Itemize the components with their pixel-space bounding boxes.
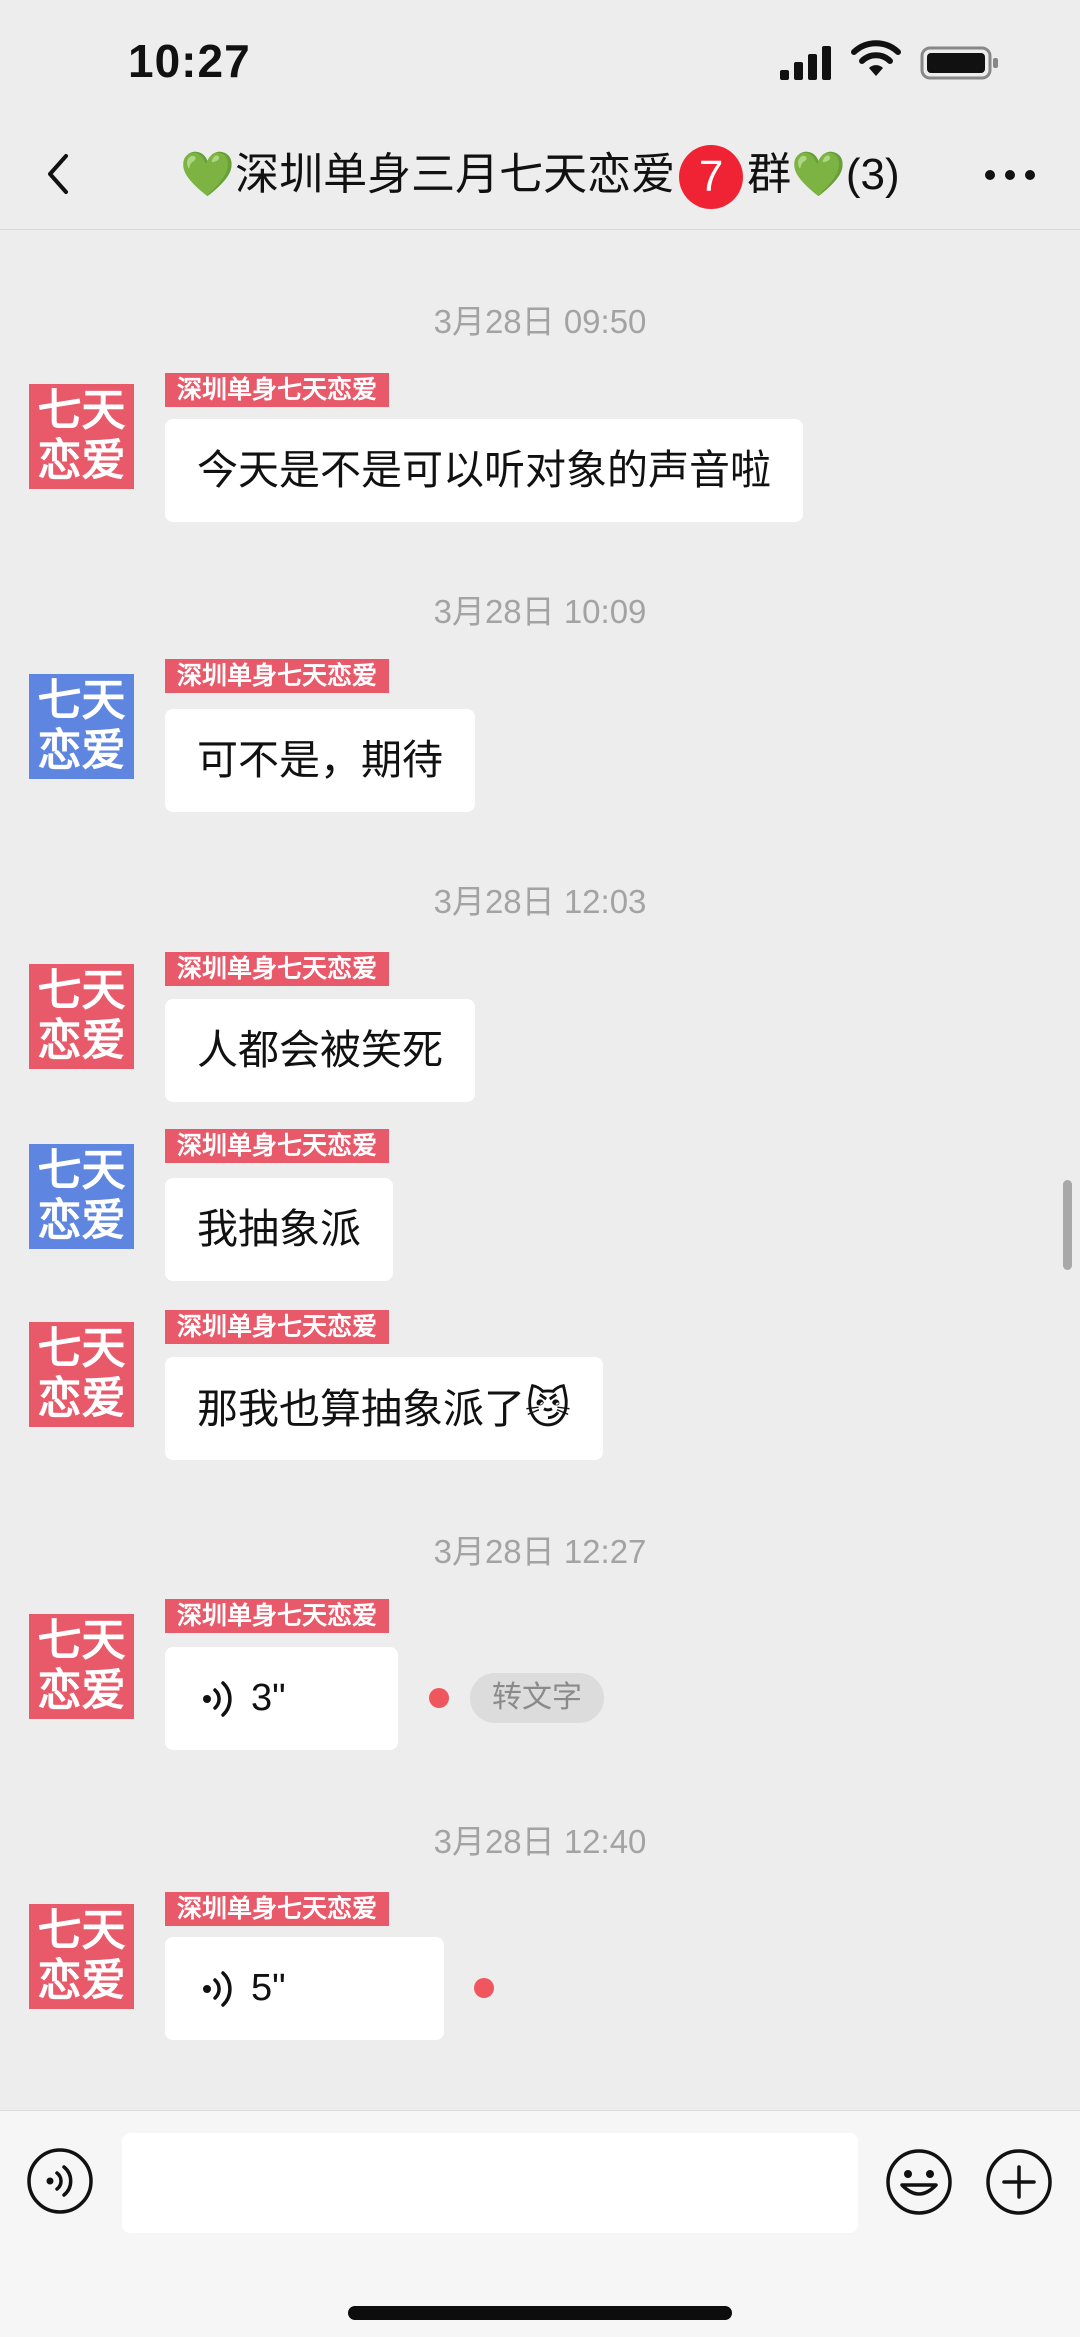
input-bar — [0, 2110, 1080, 2337]
timestamp: 3月28日 12:40 — [433, 1823, 647, 1860]
unread-dot — [429, 1688, 449, 1708]
home-indicator[interactable] — [348, 2306, 732, 2320]
status-bar: 10:27 — [0, 0, 1080, 120]
avatar[interactable]: 七天 恋爱 — [29, 964, 134, 1069]
timestamp: 3月28日 09:50 — [433, 303, 647, 340]
timestamp: 3月28日 12:03 — [433, 883, 647, 920]
avatar-text: 七天 — [37, 1145, 126, 1196]
transcribe-button[interactable]: 转文字 — [470, 1673, 604, 1723]
message-bubble[interactable]: 我抽象派 — [165, 1178, 393, 1281]
avatar-text: 七天 — [37, 675, 126, 726]
scrollbar[interactable] — [1063, 1180, 1072, 1270]
green-heart-icon: 💚 — [791, 150, 846, 199]
voice-message[interactable]: 3" — [165, 1647, 398, 1750]
avatar-text: 七天 — [37, 1323, 126, 1374]
avatar[interactable]: 七天 恋爱 — [29, 1322, 134, 1427]
member-count: (3) — [845, 150, 900, 199]
avatar-text: 恋爱 — [37, 1373, 126, 1424]
chat-title-main: 深圳单身三月七天恋爱 — [235, 150, 676, 199]
chat-title: 💚深圳单身三月七天恋爱 7 群💚(3) — [150, 140, 930, 210]
message-bubble[interactable]: 那我也算抽象派了😼 — [165, 1357, 603, 1460]
voice-message[interactable]: 5" — [165, 1937, 444, 2040]
avatar-text: 恋爱 — [37, 1195, 126, 1246]
signal-icon — [780, 46, 831, 80]
sender-tag: 深圳单身七天恋爱 — [165, 952, 390, 986]
battery-icon — [920, 46, 998, 80]
sender-tag: 深圳单身七天恋爱 — [165, 1892, 390, 1926]
green-heart-icon: 💚 — [180, 150, 236, 199]
avatar-text: 恋爱 — [37, 1015, 126, 1066]
avatar-text: 恋爱 — [37, 1665, 126, 1716]
avatar[interactable]: 七天 恋爱 — [29, 1144, 134, 1249]
sender-tag: 深圳单身七天恋爱 — [165, 373, 390, 407]
avatar-text: 七天 — [37, 385, 126, 436]
avatar-text: 恋爱 — [37, 725, 126, 776]
emoji-icon[interactable] — [884, 2147, 954, 2217]
voice-duration: 5" — [251, 1967, 286, 2009]
avatar-text: 七天 — [37, 1615, 126, 1666]
more-icon[interactable] — [980, 160, 1040, 190]
message-bubble[interactable]: 人都会被笑死 — [165, 999, 475, 1102]
back-icon[interactable] — [30, 144, 90, 204]
timestamp: 3月28日 12:27 — [433, 1533, 647, 1570]
number-badge: 7 — [679, 145, 744, 210]
avatar-text: 恋爱 — [37, 435, 126, 486]
sender-tag: 深圳单身七天恋爱 — [165, 1310, 390, 1344]
avatar-text: 七天 — [37, 965, 126, 1016]
message-text: 那我也算抽象派了 — [197, 1386, 525, 1432]
avatar-text: 七天 — [37, 1905, 126, 1956]
status-time: 10:27 — [128, 35, 251, 87]
wifi-icon — [851, 40, 901, 76]
voice-duration: 3" — [251, 1677, 286, 1719]
sender-tag: 深圳单身七天恋爱 — [165, 1129, 390, 1163]
voice-input-icon[interactable] — [26, 2147, 94, 2215]
avatar[interactable]: 七天 恋爱 — [29, 1904, 134, 2009]
avatar[interactable]: 七天 恋爱 — [29, 384, 134, 489]
avatar[interactable]: 七天 恋爱 — [29, 674, 134, 779]
chat-header: 💚深圳单身三月七天恋爱 7 群💚(3) — [0, 120, 1080, 230]
avatar-text: 恋爱 — [37, 1955, 126, 2006]
voice-wave-icon — [203, 1971, 232, 2007]
chat-title-suffix: 群 — [747, 150, 792, 199]
sender-tag: 深圳单身七天恋爱 — [165, 1599, 390, 1633]
message-input[interactable] — [122, 2133, 858, 2233]
timestamp: 3月28日 10:09 — [433, 593, 647, 630]
plus-icon[interactable] — [984, 2147, 1054, 2217]
avatar[interactable]: 七天 恋爱 — [29, 1614, 134, 1719]
unread-dot — [474, 1978, 494, 1998]
message-bubble[interactable]: 今天是不是可以听对象的声音啦 — [165, 419, 803, 522]
message-bubble[interactable]: 可不是，期待 — [165, 709, 475, 812]
cat-emoji-icon: 😼 — [525, 1384, 571, 1433]
voice-wave-icon — [203, 1681, 232, 1717]
sender-tag: 深圳单身七天恋爱 — [165, 659, 390, 693]
